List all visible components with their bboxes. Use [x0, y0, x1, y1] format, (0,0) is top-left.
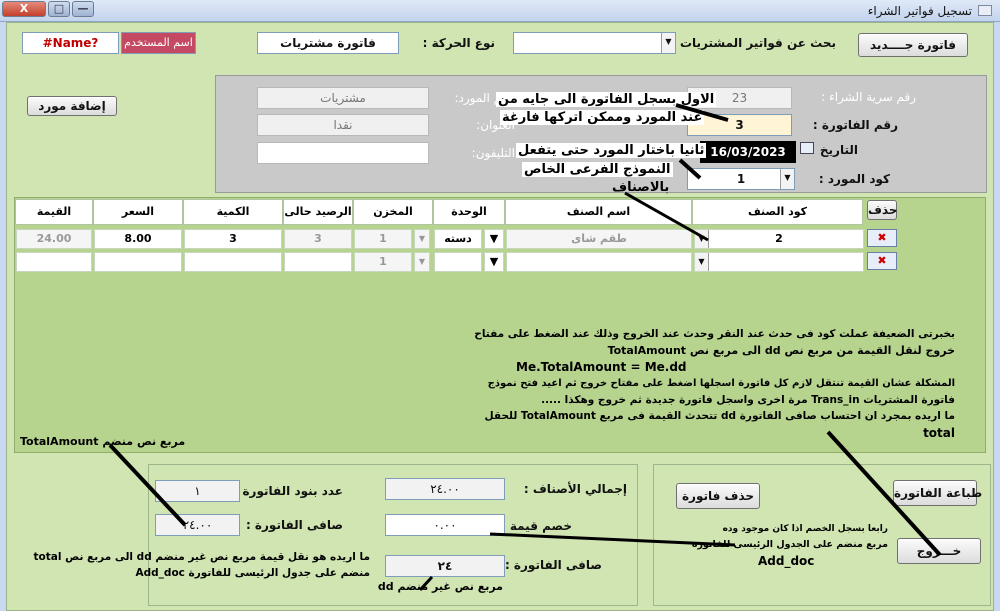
annotation-first-2: عند المورد وممكن اتركها فارغة [500, 110, 705, 125]
row2-balance [284, 252, 352, 272]
row1-value: 24.00 [16, 229, 92, 249]
annotation-second: ثانيا باختار المورد حتى يتفعل [516, 143, 707, 158]
chevron-down-icon[interactable]: ▼ [484, 252, 504, 272]
calendar-icon[interactable] [800, 142, 814, 154]
search-label: بحث عن فواتير المشتريات [679, 36, 836, 50]
chevron-down-icon[interactable]: ▼ [661, 33, 675, 53]
row2-value [16, 252, 92, 272]
column-header-value: القيمة [15, 199, 93, 225]
row1-balance: 3 [284, 229, 352, 249]
annotation-third-2: منضم على جدول الرئيسى للفاتورة Add_doc [135, 567, 370, 579]
row2-name[interactable] [506, 252, 692, 272]
supplier-phone-field [257, 142, 429, 164]
row1-qty[interactable]: 3 [184, 229, 282, 249]
invoice-date-field[interactable]: 16/03/2023 [700, 141, 796, 163]
annotation-fourth-3: Add_doc [758, 554, 815, 568]
note-line-1: بخبرتى الضعيفة عملت كود فى حدث عند النقر… [474, 328, 955, 340]
window-title: تسجيل فواتير الشراء [867, 4, 972, 18]
invoice-number-label: رقم الفاتورة : [812, 118, 898, 132]
row2-unit[interactable] [434, 252, 482, 272]
lines-count-field: ١ [155, 480, 240, 502]
net-invoice-totalamount-field: ٢٤.٠٠ [155, 514, 240, 536]
annotation-first: الاول بسجل الفاتورة الى جايه من [496, 92, 717, 107]
chevron-down-icon[interactable]: ▼ [484, 229, 504, 249]
column-header-unit: الوحدة [433, 199, 505, 225]
annotation-fourth-1: رابعا بسجل الخصم اذا كان موجود وده [722, 524, 888, 534]
annotation-second-2: النموذج الفرعى الخاص [522, 162, 673, 177]
chevron-down-icon[interactable]: ▼ [695, 253, 709, 271]
row2-qty[interactable] [184, 252, 282, 272]
column-header-balance: الرصيد حالى [283, 199, 353, 225]
discount-label: خصم قيمة : [500, 519, 572, 533]
title-bar: X □ — تسجيل فواتير الشراء [0, 0, 1000, 22]
delete-row-icon[interactable]: ✖ [867, 252, 897, 270]
supplier-code-label: كود المورد : [818, 172, 890, 186]
supplier-code-combo[interactable]: 1 ▼ [687, 168, 795, 190]
chevron-down-icon[interactable]: ▼ [695, 230, 709, 248]
column-header-name: اسم الصنف [505, 199, 692, 225]
row1-code[interactable]: ▼ 2 [694, 229, 864, 249]
row1-price[interactable]: 8.00 [94, 229, 182, 249]
delete-row-icon[interactable]: ✖ [867, 229, 897, 247]
user-name-field: #Name? [22, 32, 119, 54]
date-label: التاريخ [819, 143, 858, 157]
row1-name: طقم شاى [506, 229, 692, 249]
minimize-window-button[interactable]: — [72, 1, 94, 17]
form-icon [978, 5, 992, 16]
supplier-name-field: مشتريات [257, 87, 429, 109]
maximize-window-button[interactable]: □ [48, 1, 70, 17]
column-header-code: كود الصنف [692, 199, 863, 225]
delete-row-header[interactable]: حذف [867, 200, 898, 220]
movement-type-label: نوع الحركة : [422, 36, 495, 50]
discount-field[interactable]: ٠.٠٠ [385, 514, 505, 536]
note-line-3: Me.TotalAmount = Me.dd [516, 360, 687, 374]
column-header-qty: الكمية [183, 199, 283, 225]
delete-invoice-button[interactable]: حذف فاتورة [676, 483, 760, 509]
user-name-label: اسم المستخدم [121, 32, 196, 54]
new-invoice-button[interactable]: فاتورة جــــديد [858, 33, 968, 57]
lines-count-label: عدد بنود الفاتورة : [233, 484, 344, 498]
chevron-down-icon: ▼ [414, 252, 430, 272]
add-supplier-button[interactable]: إضافة مورد [27, 96, 117, 116]
note-line-6: ما اريده بمجرد ان احتساب صافى الفاتورة d… [484, 410, 955, 422]
annotation-dd: مربع نص غير منضم dd [377, 580, 503, 593]
items-total-label: إجمالي الأصناف : [523, 482, 627, 496]
note-line-7: total [923, 426, 955, 440]
supplier-address-field: نقدا [257, 114, 429, 136]
items-total-field: ٢٤.٠٠ [385, 478, 505, 500]
row2-store: 1 [354, 252, 412, 272]
print-invoice-button[interactable]: طباعة الفاتورة [893, 480, 982, 506]
row2-price[interactable] [94, 252, 182, 272]
column-header-price: السعر [93, 199, 183, 225]
purchase-serial-label: رقم سرية الشراء : [821, 90, 916, 104]
exit-button[interactable]: خـــروج [897, 538, 981, 564]
row1-unit[interactable]: دسته [434, 229, 482, 249]
net-label: صافى الفاتورة : [504, 558, 602, 572]
chevron-down-icon: ▼ [414, 229, 430, 249]
search-invoices-combo[interactable]: ▼ [513, 32, 676, 54]
annotation-totalamount: مربع نص منضم TotalAmount [20, 435, 186, 448]
supplier-phone-label: التليفون: [471, 146, 515, 160]
net-dd-field: ٢٤ [385, 555, 505, 577]
close-window-button[interactable]: X [2, 1, 46, 17]
net-invoice-label: صافى الفاتورة : [245, 518, 343, 532]
row2-code[interactable]: ▼ [694, 252, 864, 272]
annotation-fourth-2: مربع منضم على الجدول الرئيسى للفاتورة [691, 539, 888, 550]
column-header-store: المخزن [353, 199, 433, 225]
movement-type-field[interactable]: فاتورة مشتريات [257, 32, 399, 54]
annotation-second-3: بالاصناف [612, 180, 670, 195]
row1-store: 1 [354, 229, 412, 249]
chevron-down-icon[interactable]: ▼ [780, 169, 794, 189]
